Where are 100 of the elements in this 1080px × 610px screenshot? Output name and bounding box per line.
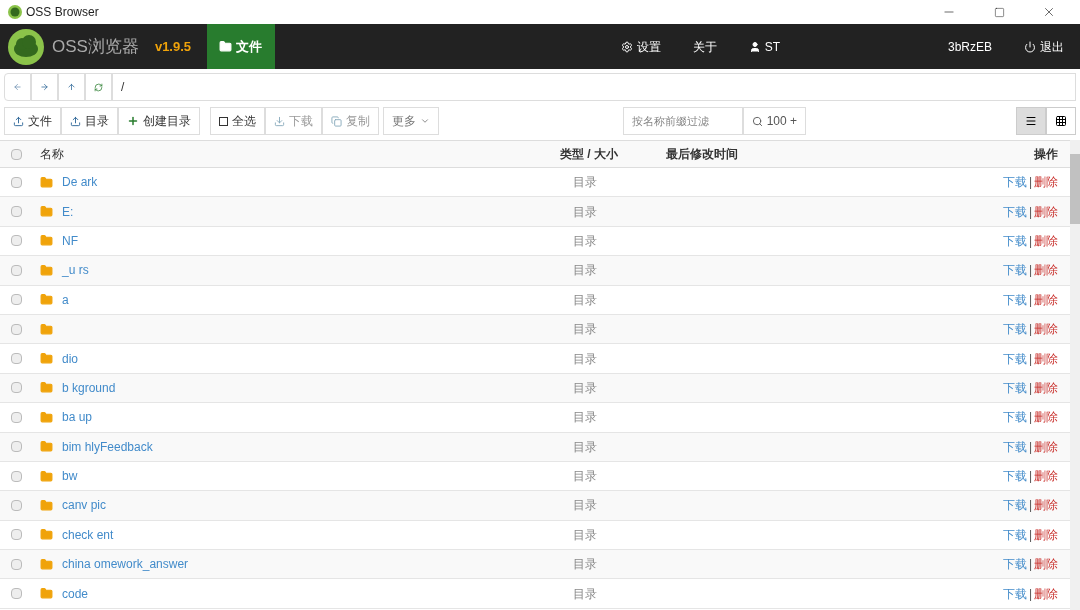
download-link[interactable]: 下载 xyxy=(1002,231,1027,250)
row-checkbox[interactable] xyxy=(11,206,22,218)
column-header: 操作 xyxy=(1034,146,1058,163)
files-tab[interactable]: 文件 xyxy=(207,24,276,69)
row-checkbox[interactable] xyxy=(11,411,22,423)
refresh-button[interactable] xyxy=(85,73,112,101)
folder-name-link[interactable]: bim hlyFeedback xyxy=(62,439,153,454)
delete-link[interactable]: 删除 xyxy=(1034,525,1058,544)
delete-link[interactable]: 删除 xyxy=(1034,437,1058,456)
delete-link[interactable]: 删除 xyxy=(1034,555,1058,574)
download-link[interactable]: 下载 xyxy=(1002,290,1027,309)
copy-button[interactable]: 复制 xyxy=(322,107,379,135)
type-cell-text: 目录 xyxy=(573,232,598,250)
download-button[interactable]: 下载 xyxy=(265,107,322,135)
delete-link[interactable]: 删除 xyxy=(1034,584,1058,603)
download-link[interactable]: 下载 xyxy=(1002,173,1027,192)
folder-name-link[interactable]: code xyxy=(62,586,89,601)
folder-name-link[interactable]: bw xyxy=(62,469,78,484)
user-menu[interactable]: ST 3bRzEB xyxy=(748,37,992,56)
close-icon xyxy=(1042,5,1056,19)
row-checkbox[interactable] xyxy=(11,294,22,306)
delete-link[interactable]: 删除 xyxy=(1034,349,1058,368)
folder-name-link[interactable]: E: xyxy=(62,204,74,219)
download-link[interactable]: 下载 xyxy=(1002,202,1027,221)
delete-link[interactable]: 删除 xyxy=(1034,173,1058,192)
delete-link[interactable]: 删除 xyxy=(1034,290,1058,309)
row-checkbox[interactable] xyxy=(11,470,22,482)
folder-icon xyxy=(40,293,53,307)
separator-text: | xyxy=(1028,468,1032,486)
download-link[interactable]: 下载 xyxy=(1002,467,1027,486)
folder-name-link[interactable]: check ent xyxy=(62,527,114,542)
row-checkbox[interactable] xyxy=(11,264,22,276)
delete-link[interactable]: 删除 xyxy=(1034,231,1058,250)
delete-link[interactable]: 删除 xyxy=(1034,320,1058,339)
row-checkbox[interactable] xyxy=(11,529,22,541)
select-all-checkbox[interactable] xyxy=(11,148,22,160)
download-link[interactable]: 下载 xyxy=(1002,349,1027,368)
column-header: 名称 xyxy=(40,146,65,163)
delete-link[interactable]: 删除 xyxy=(1034,378,1058,397)
folder-name-link[interactable]: NF xyxy=(62,233,78,248)
copy-icon xyxy=(331,115,342,127)
row-checkbox[interactable] xyxy=(11,176,22,188)
folder-name-link[interactable]: canv pic xyxy=(62,498,107,513)
row-checkbox[interactable] xyxy=(11,235,22,247)
download-link[interactable]: 下载 xyxy=(1002,437,1027,456)
user-icon xyxy=(748,40,761,53)
row-checkbox[interactable] xyxy=(11,441,22,453)
delete-link[interactable]: 删除 xyxy=(1034,496,1058,515)
select-all-button[interactable]: 全选 xyxy=(210,107,265,135)
folder-name-link[interactable]: a xyxy=(62,292,69,307)
path-field[interactable]: / xyxy=(112,73,1076,101)
about-menu[interactable]: 关于 xyxy=(692,37,717,56)
folder-name-link[interactable]: De ark xyxy=(62,175,98,190)
separator-text: | xyxy=(1028,321,1032,339)
row-checkbox[interactable] xyxy=(11,588,22,600)
folder-icon xyxy=(40,352,53,366)
logout-menu[interactable]: 退出 xyxy=(1024,37,1064,56)
back-button[interactable] xyxy=(4,73,31,101)
delete-link[interactable]: 删除 xyxy=(1034,202,1058,221)
row-checkbox[interactable] xyxy=(11,382,22,394)
type-cell-text: 目录 xyxy=(573,556,598,574)
row-checkbox[interactable] xyxy=(11,558,22,570)
forward-button[interactable] xyxy=(31,73,58,101)
separator-text: | xyxy=(1028,379,1032,397)
row-checkbox[interactable] xyxy=(11,353,22,365)
settings-menu[interactable]: 设置 xyxy=(620,37,661,56)
download-link[interactable]: 下载 xyxy=(1002,555,1027,574)
grid-view-button[interactable] xyxy=(1046,107,1076,135)
separator-text: | xyxy=(1028,174,1032,192)
download-link[interactable]: 下载 xyxy=(1002,408,1027,427)
folder-name-link[interactable]: ba up xyxy=(62,410,93,425)
folder-icon xyxy=(40,322,53,336)
filter-field[interactable]: 按名称前缀过滤 xyxy=(622,107,743,135)
more-button[interactable]: 更多 xyxy=(383,107,439,135)
download-link[interactable]: 下载 xyxy=(1002,378,1027,397)
row-checkbox[interactable] xyxy=(11,323,22,335)
folder-name-link[interactable]: dio xyxy=(62,351,78,366)
download-link[interactable]: 下载 xyxy=(1002,261,1027,280)
create-folder-button[interactable]: 创建目录 xyxy=(118,107,200,135)
type-cell-text: 目录 xyxy=(573,409,598,427)
row-checkbox[interactable] xyxy=(11,500,22,511)
download-link[interactable]: 下载 xyxy=(1002,320,1027,339)
upload-file-button[interactable]: 文件 xyxy=(4,107,61,135)
search-button[interactable]: 100 + xyxy=(742,107,806,135)
scrollbar[interactable] xyxy=(1070,140,1080,610)
list-view-button[interactable] xyxy=(1016,107,1046,135)
up-button[interactable] xyxy=(58,73,85,101)
folder-name-link[interactable]: b kground xyxy=(62,380,116,395)
type-cell-text: 目录 xyxy=(573,438,598,456)
folder-icon xyxy=(40,440,53,454)
folder-name-link[interactable]: china omework_answer xyxy=(62,557,189,572)
delete-link[interactable]: 删除 xyxy=(1034,261,1058,280)
upload-folder-button[interactable]: 目录 xyxy=(61,107,118,135)
delete-link[interactable]: 删除 xyxy=(1034,467,1058,486)
delete-link[interactable]: 删除 xyxy=(1034,408,1058,427)
download-link[interactable]: 下载 xyxy=(1002,496,1027,515)
download-link[interactable]: 下载 xyxy=(1002,584,1027,603)
download-link[interactable]: 下载 xyxy=(1002,525,1027,544)
folder-name-link[interactable]: _u rs xyxy=(62,263,89,278)
arrow-right-icon xyxy=(40,81,49,93)
